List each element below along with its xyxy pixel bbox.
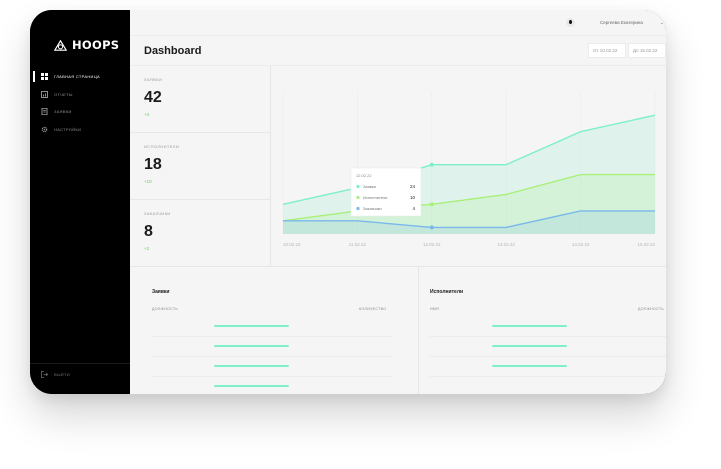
value-bar: [492, 345, 567, 347]
x-tick-label: 12.02.22: [423, 242, 441, 247]
table-row: [430, 336, 666, 337]
reports-icon: [41, 90, 48, 98]
data-point: [429, 162, 434, 167]
sidebar-item-requests[interactable]: заявки: [30, 103, 130, 121]
page-header: Dashboard От 10.02.22 До 15.02.22: [130, 36, 666, 66]
value-bar: [214, 345, 289, 347]
stat-label: заказчики: [144, 211, 171, 216]
stat-value: 8: [144, 223, 153, 240]
stat-card-executors: исполнители 18 +10: [130, 133, 270, 200]
tooltip-date: 12.02.22: [356, 173, 372, 178]
logo: HOOPS: [54, 38, 119, 52]
tooltip-label: Исполнители: [363, 195, 387, 200]
table-row: [152, 376, 392, 377]
stat-delta: +2: [144, 246, 150, 251]
stat-value: 42: [144, 89, 162, 106]
data-point: [429, 202, 434, 207]
page-title: Dashboard: [144, 45, 202, 57]
logout-button[interactable]: выйти: [41, 371, 70, 378]
stat-card-requests: заявки 42 +4: [130, 66, 270, 133]
value-bar: [492, 365, 567, 367]
x-tick-label: 11.02.22: [349, 242, 367, 247]
app-screen: HOOPS главная страница отчеты заявки: [30, 10, 666, 394]
table-row: [430, 376, 666, 377]
settings-icon: [41, 126, 48, 133]
dashboard-icon: [41, 73, 48, 81]
stat-label: заявки: [144, 77, 163, 82]
sidebar-item-home[interactable]: главная страница: [30, 68, 130, 86]
tooltip-value: 10: [410, 195, 416, 200]
tooltip-dot: [356, 195, 360, 200]
date-to-input[interactable]: До 15.02.22: [628, 43, 666, 58]
stat-value: 18: [144, 156, 162, 173]
value-bar: [214, 365, 289, 367]
tooltip-dot: [356, 184, 360, 189]
x-tick-label: 13.02.22: [497, 242, 515, 247]
column-header: количество: [359, 307, 387, 311]
table-title: Исполнители: [430, 289, 464, 295]
stat-card-customers: заказчики 8 +2: [130, 200, 270, 267]
stat-delta: +10: [144, 179, 152, 184]
sidebar-item-settings[interactable]: настройки: [30, 121, 130, 139]
sidebar-item-label: настройки: [54, 126, 82, 132]
sidebar: HOOPS главная страница отчеты заявки: [30, 10, 130, 394]
tooltip-value: 24: [410, 184, 416, 189]
table-row: [430, 356, 666, 357]
executors-table: Исполнители имя должность: [430, 267, 666, 394]
table-row: [152, 336, 392, 337]
sidebar-divider: [30, 363, 130, 364]
x-tick-label: 15.02.22: [637, 242, 655, 247]
line-chart: 40302010010.02.2211.02.2212.02.2213.02.2…: [270, 66, 666, 266]
column-header: должность: [638, 307, 664, 311]
stats-panel: заявки 42 +4 исполнители 18 +10 заказчик…: [130, 66, 270, 266]
x-tick-label: 10.02.22: [283, 242, 301, 247]
active-marker: [33, 71, 35, 82]
tooltip-label: Заказчики: [363, 206, 382, 211]
value-bar: [214, 325, 289, 327]
theme-toggle-icon[interactable]: [566, 18, 575, 27]
stat-label: исполнители: [144, 144, 180, 149]
tooltip-dot: [356, 206, 360, 211]
date-from-input[interactable]: От 10.02.22: [588, 43, 626, 58]
sidebar-item-label: главная страница: [54, 74, 100, 80]
sidebar-item-label: отчеты: [54, 91, 73, 97]
tables-section: Заявки должность количество Исполнители …: [130, 266, 666, 394]
table-row: [152, 356, 392, 357]
column-header: должность: [152, 307, 178, 311]
chevron-down-icon[interactable]: ⌄: [660, 20, 664, 26]
top-bar: Сергеева Екатерина ⌄: [130, 10, 666, 36]
sidebar-item-reports[interactable]: отчеты: [30, 86, 130, 104]
requests-table: Заявки должность количество: [152, 267, 402, 394]
value-bar: [492, 325, 567, 327]
logout-label: выйти: [54, 372, 70, 377]
column-header: имя: [430, 307, 440, 311]
table-divider: [418, 267, 419, 394]
main-content: Сергеева Екатерина ⌄ Dashboard От 10.02.…: [130, 10, 666, 394]
table-title: Заявки: [152, 289, 170, 295]
sidebar-nav: главная страница отчеты заявки настройки: [30, 68, 130, 138]
logout-icon: [41, 371, 48, 378]
hoops-logo-icon: [54, 39, 67, 51]
data-point: [429, 225, 434, 230]
x-tick-label: 14.02.22: [572, 242, 590, 247]
sidebar-item-label: заявки: [54, 109, 72, 115]
user-name[interactable]: Сергеева Екатерина: [600, 20, 643, 25]
chart-svg: 40302010010.02.2211.02.2212.02.2213.02.2…: [282, 92, 655, 247]
stat-delta: +4: [144, 112, 150, 117]
device-frame: HOOPS главная страница отчеты заявки: [30, 10, 666, 394]
logo-text: HOOPS: [72, 38, 120, 52]
requests-icon: [41, 108, 48, 116]
tooltip-label: Заявки: [363, 184, 376, 189]
value-bar: [214, 385, 289, 387]
